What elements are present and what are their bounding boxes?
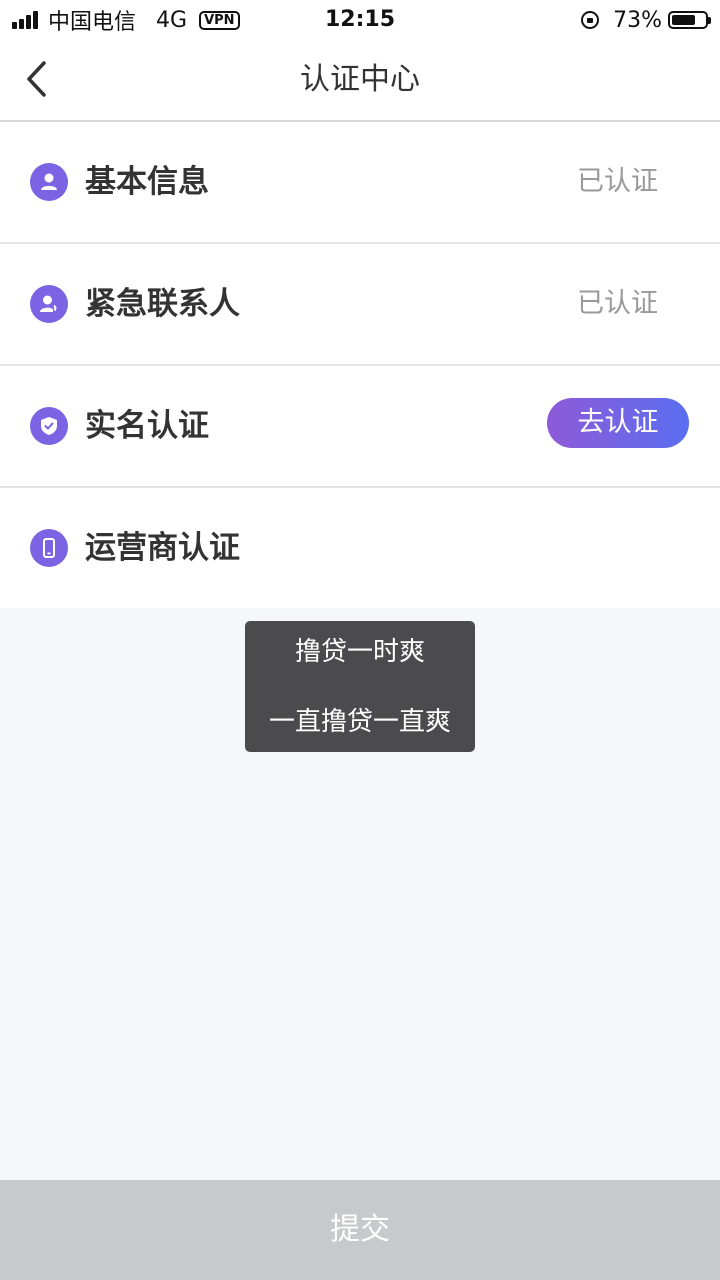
status-label: 已认证 <box>577 288 658 319</box>
contact-phone-icon <box>30 285 68 323</box>
go-verify-button[interactable]: 去认证 <box>547 398 689 448</box>
user-icon <box>30 163 68 201</box>
item-label: 运营商认证 <box>85 530 240 566</box>
back-button[interactable] <box>14 54 64 104</box>
list-item-emergency-contact[interactable]: 紧急联系人 已认证 <box>0 244 720 366</box>
vpn-badge: VPN <box>199 10 240 30</box>
list-item-basic-info[interactable]: 基本信息 已认证 <box>0 122 720 244</box>
status-bar: 中国电信 4G VPN 12:15 73% <box>0 0 720 40</box>
status-label: 已认证 <box>577 166 658 197</box>
shield-check-icon <box>30 407 68 445</box>
battery-percent: 73% <box>613 7 662 33</box>
item-label: 紧急联系人 <box>85 286 240 322</box>
toast-message: 撸贷一时爽 一直撸贷一直爽 <box>245 621 475 752</box>
page-title: 认证中心 <box>300 62 420 97</box>
nav-bar: 认证中心 <box>0 40 720 122</box>
chevron-left-icon <box>27 61 46 97</box>
battery-icon <box>668 11 711 29</box>
verification-list: 基本信息 已认证 紧急联系人 已认证 实名认证 已认证 <box>0 122 720 608</box>
item-label: 实名认证 <box>85 408 209 444</box>
toast-line: 撸贷一时爽 <box>294 637 425 667</box>
submit-button[interactable]: 提交 <box>0 1180 720 1280</box>
status-bar-left: 中国电信 4G VPN <box>12 0 240 40</box>
item-label: 基本信息 <box>85 164 209 200</box>
list-item-carrier[interactable]: 运营商认证 <box>0 488 720 608</box>
signal-icon <box>12 11 40 29</box>
toast-line: 一直撸贷一直爽 <box>268 707 451 737</box>
carrier-name: 中国电信 <box>48 10 137 35</box>
rotation-lock-icon <box>581 11 600 29</box>
phone-icon <box>30 529 68 567</box>
network-type: 4G <box>156 7 188 33</box>
status-bar-right: 73% <box>581 0 711 40</box>
